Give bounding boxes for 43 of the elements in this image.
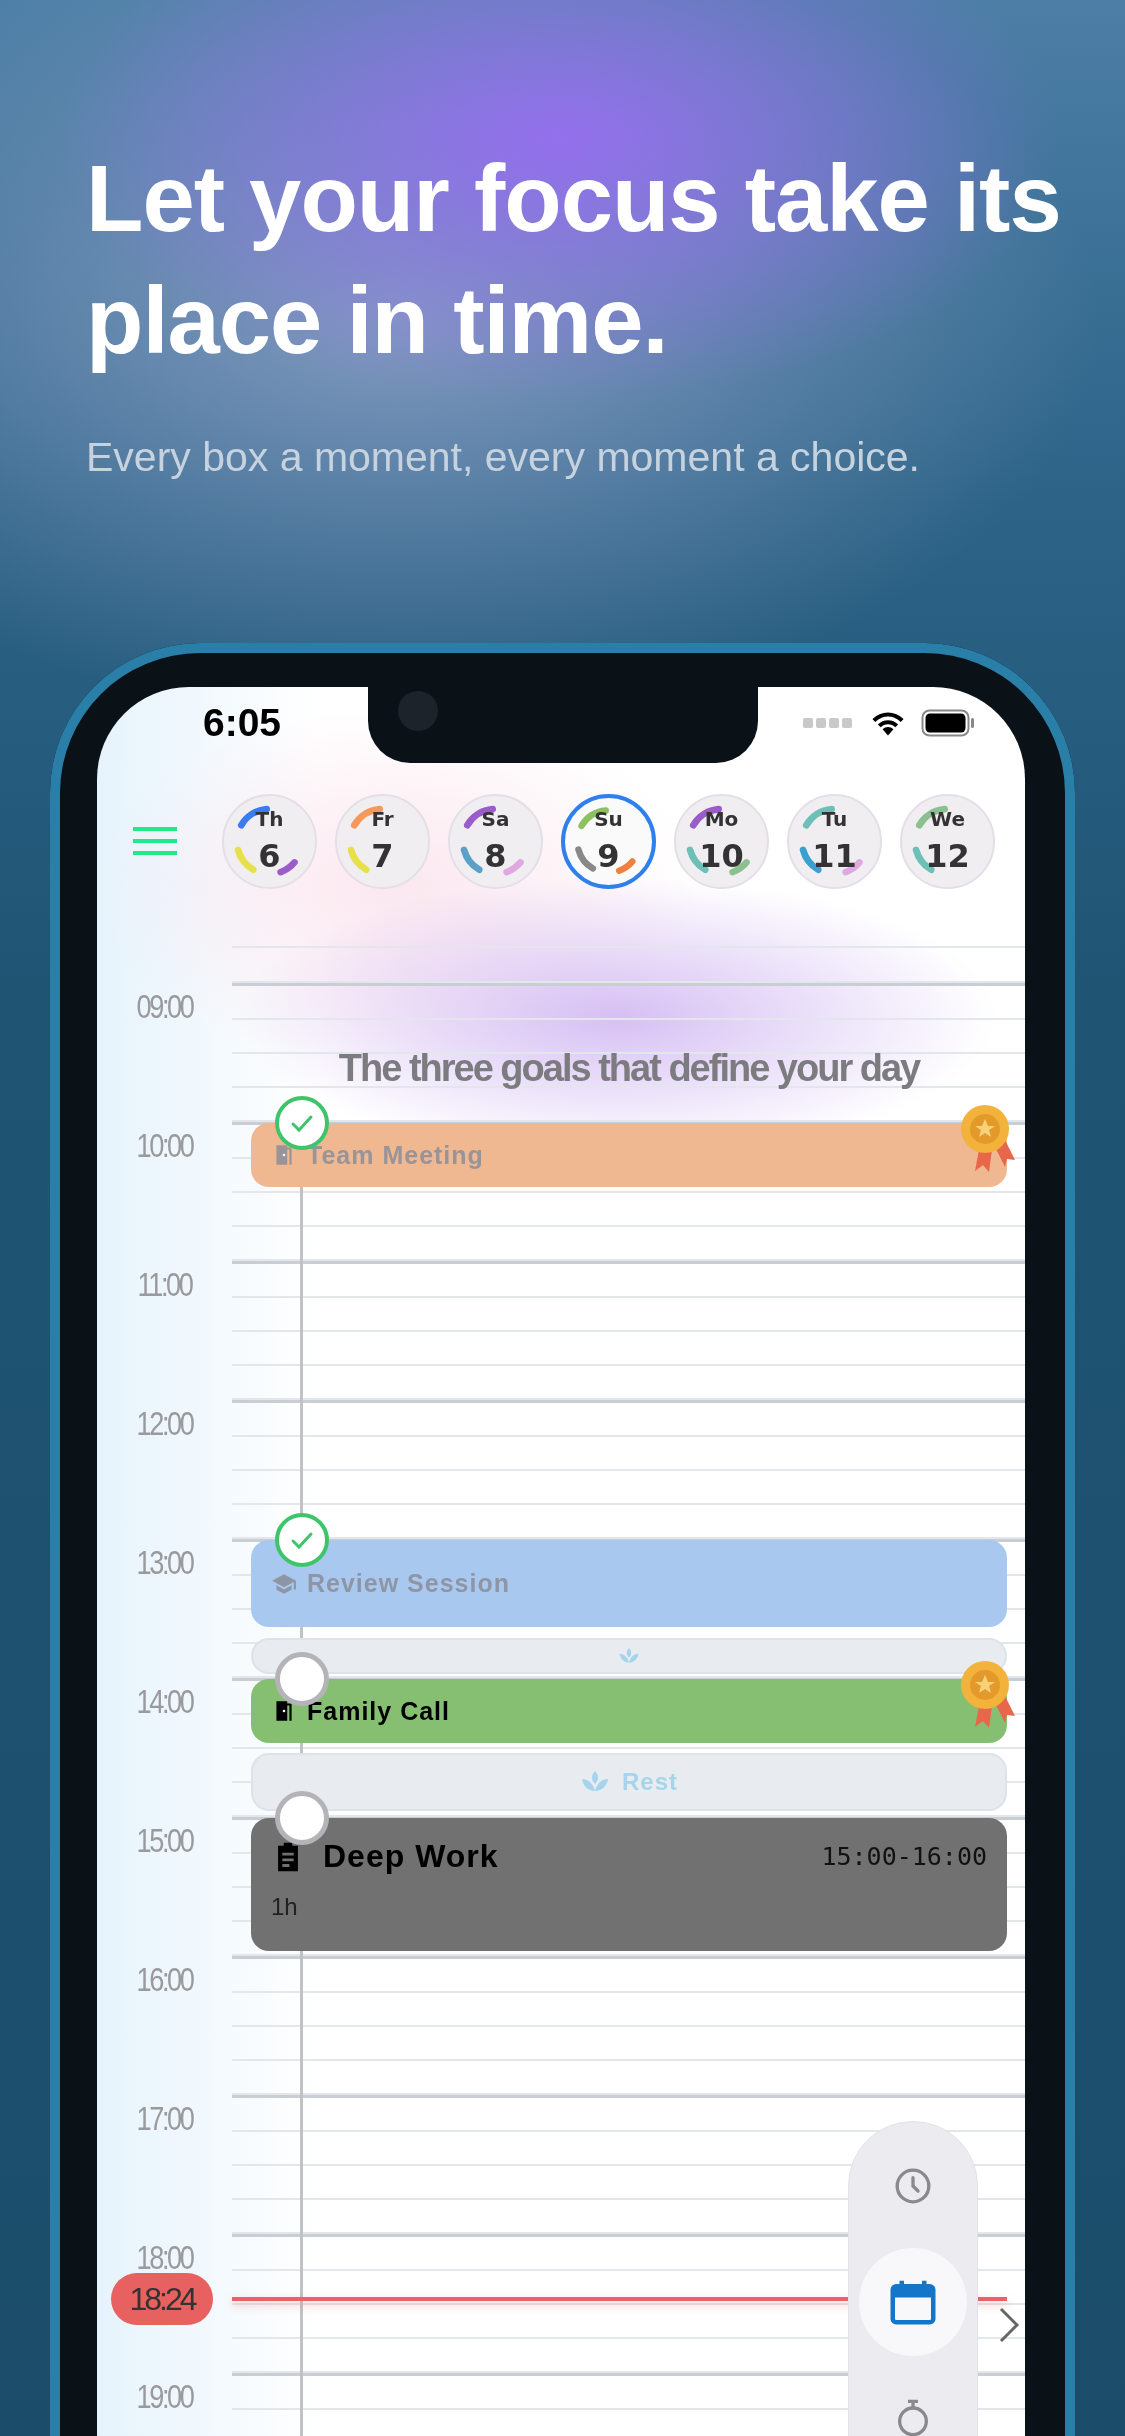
event-card[interactable]: Family Call: [251, 1679, 1007, 1743]
event-title: Deep Work: [323, 1838, 499, 1875]
event-title: Review Session: [307, 1569, 510, 1598]
goals-heading: The three goals that define your day: [337, 1047, 921, 1091]
hour-label: 18:00: [135, 2237, 195, 2274]
day-selector[interactable]: Fr 7: [335, 793, 430, 889]
subtitle: Every box a moment, every moment a choice.: [86, 434, 921, 481]
activity-ring-icon: [460, 805, 524, 875]
day-selector[interactable]: We 12: [900, 793, 995, 889]
event-duration: 1h: [271, 1893, 299, 1921]
activity-ring-icon: [799, 805, 863, 875]
hour-label: 12:00: [135, 1403, 195, 1440]
lotus-icon: [580, 1770, 610, 1794]
hour-label: 19:00: [135, 2376, 195, 2413]
day-selector[interactable]: Th 6: [222, 793, 317, 889]
clock-icon: [893, 2166, 933, 2206]
activity-ring-icon: [575, 806, 636, 874]
event-card[interactable]: Deep Work 15:00-16:00 1h: [251, 1818, 1007, 1951]
day-selector[interactable]: Tu 11: [787, 793, 882, 889]
lotus-icon: [618, 1647, 640, 1665]
activity-ring-icon: [686, 805, 750, 875]
day-selector[interactable]: Su 9: [561, 793, 656, 889]
hour-label: 11:00: [136, 1264, 194, 1301]
hour-label: 17:00: [135, 2098, 195, 2135]
hour-label: 15:00: [135, 1820, 195, 1857]
activity-ring-icon: [234, 805, 298, 875]
status-time: 6:05: [201, 701, 283, 745]
hour-label: 10:00: [135, 1125, 195, 1162]
hour-label: 13:00: [135, 1542, 195, 1579]
rest-label: Rest: [622, 1768, 678, 1796]
current-time-badge: 18:24: [111, 2273, 213, 2325]
hour-label: 09:00: [135, 986, 195, 1023]
hour-label: 14:00: [135, 1681, 195, 1718]
battery-icon: [921, 709, 975, 737]
event-time: 15:00-16:00: [821, 1842, 987, 1871]
hour-label: 16:00: [135, 1959, 195, 1996]
signal-dots-icon: [803, 717, 855, 729]
headline: Let your focus take its place in time.: [86, 145, 1062, 375]
day-selector[interactable]: Mo 10: [674, 793, 769, 889]
completion-checkbox[interactable]: [275, 1513, 329, 1567]
event-title: Family Call: [307, 1696, 450, 1726]
event-title: Team Meeting: [307, 1140, 484, 1170]
day-selector[interactable]: Sa 8: [448, 793, 543, 889]
